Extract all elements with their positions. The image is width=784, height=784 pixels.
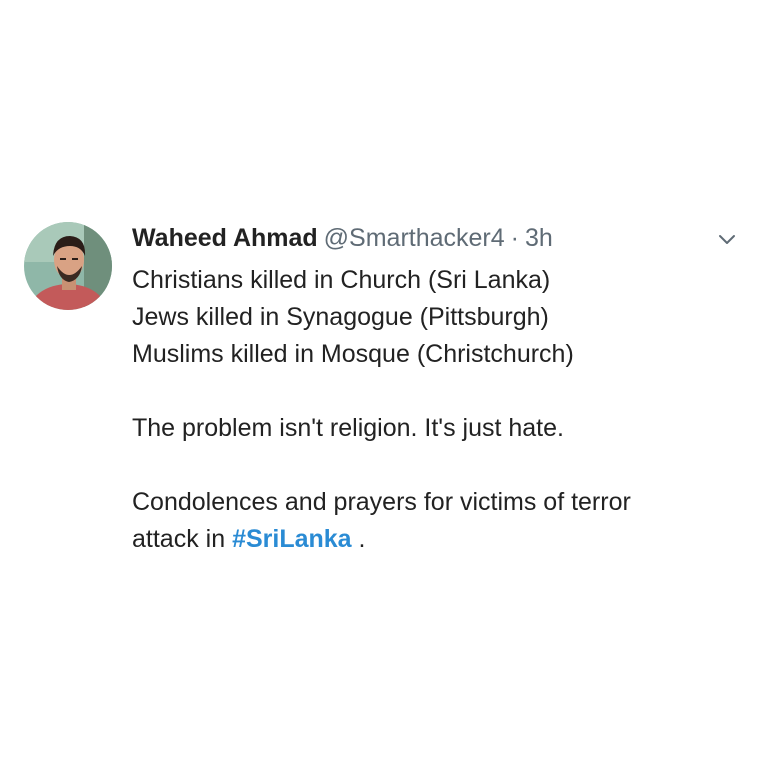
tweet-line: Jews killed in Synagogue (Pittsburgh): [132, 303, 549, 331]
closing-suffix: .: [351, 525, 366, 553]
tweet-header: Waheed Ahmad @Smarthacker4 · 3h: [132, 218, 732, 258]
avatar-image: [24, 222, 112, 310]
tweet-statement: The problem isn't religion. It's just ha…: [132, 414, 564, 442]
tweet-closing-line: Condolences and prayers for victims of t…: [132, 488, 631, 516]
tweet-line: Christians killed in Church (Sri Lanka): [132, 266, 551, 294]
tweet-card: Waheed Ahmad @Smarthacker4 · 3h Christians …: [24, 218, 754, 578]
tweet-closing-line-2: attack in #SriLanka .: [132, 521, 732, 558]
chevron-down-icon[interactable]: [716, 230, 738, 248]
tweet-text: Christians killed in Church (Sri Lanka) …: [132, 262, 732, 558]
header-separator: ·: [510, 224, 519, 252]
hashtag-link[interactable]: #SriLanka: [232, 525, 352, 553]
author-display-name[interactable]: Waheed Ahmad: [132, 224, 318, 252]
author-avatar[interactable]: [24, 222, 112, 310]
tweet-timestamp[interactable]: 3h: [525, 224, 553, 252]
tweet-line: Muslims killed in Mosque (Christchurch): [132, 340, 574, 368]
closing-prefix: attack in: [132, 525, 233, 553]
tweet-body: Waheed Ahmad @Smarthacker4 · 3h Christians …: [132, 218, 732, 558]
author-handle[interactable]: @Smarthacker4: [324, 224, 505, 252]
